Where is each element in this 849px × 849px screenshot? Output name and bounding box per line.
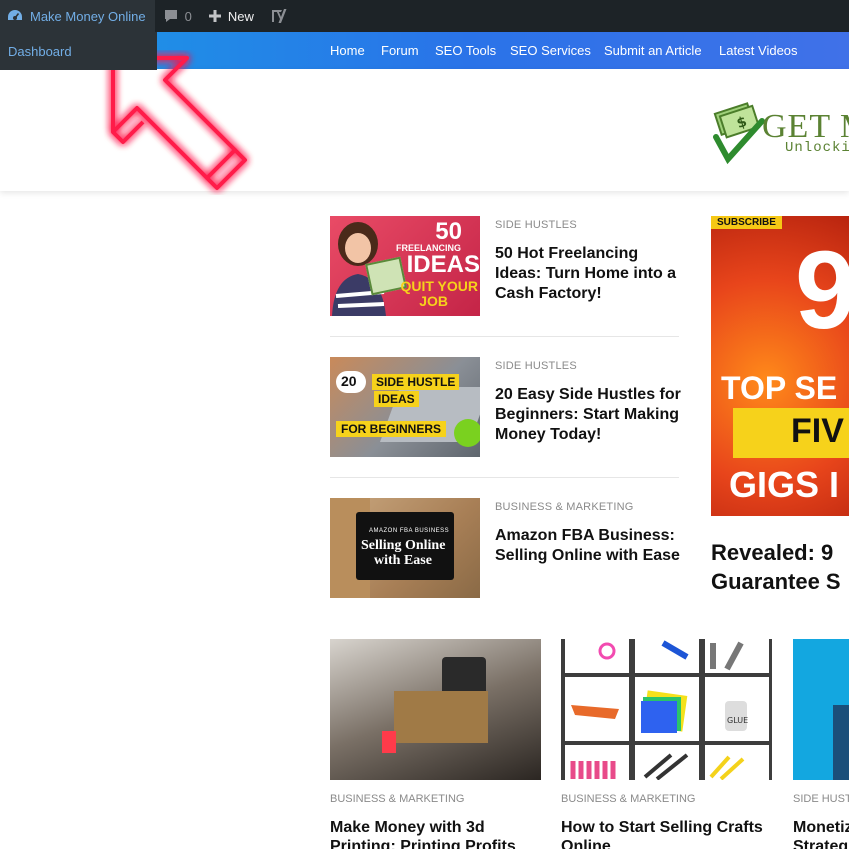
post-thumbnail[interactable]: 20 SIDE HUSTLE IDEAS FOR BEGINNERS [330, 357, 480, 457]
admin-dropdown: Dashboard [0, 32, 157, 70]
post-category[interactable]: SIDE HUSTLES [495, 219, 577, 231]
comments-link[interactable]: 0 [155, 0, 200, 32]
grid-thumbnail[interactable]: GLUE [561, 639, 772, 780]
dashboard-link[interactable]: Dashboard [8, 44, 72, 59]
thumb-main: IDEAS [406, 251, 480, 278]
thumb-label: IDEAS [374, 391, 419, 407]
thumb-sub: AMAZON FBA BUSINESS [369, 528, 450, 534]
thumb-label: FOR BEGINNERS [336, 421, 447, 437]
nav-latest-videos[interactable]: Latest Videos [719, 43, 798, 58]
thumb-main: with Ease [374, 553, 432, 568]
grid-title-line: Online [561, 838, 611, 849]
feat-line: GIGS I [729, 464, 840, 505]
thumb-line: JOB [419, 293, 448, 309]
nav-forum[interactable]: Forum [381, 43, 419, 58]
featured-title[interactable]: Revealed: 9 Guarantee S [711, 538, 849, 596]
grid-title[interactable]: Make Money with 3d Printing: Printing Pr… [330, 818, 516, 849]
grid-title-line: Strateg [793, 838, 849, 849]
grid-title-line: Printing: Printing Profits [330, 838, 516, 849]
post-title[interactable]: 20 Easy Side Hustles for Beginners: Star… [495, 385, 685, 445]
printer-body-icon [394, 691, 488, 743]
nav-submit-article[interactable]: Submit an Article [604, 43, 702, 58]
featured-thumbnail[interactable]: SUBSCRIBE 9 TOP SE FIV GIGS I [711, 216, 849, 516]
feat-line: FIV [791, 412, 844, 450]
grid-title-line: How to Start Selling Crafts [561, 819, 763, 836]
grid-category[interactable]: BUSINESS & MARKETING [330, 793, 464, 805]
nav-seo-services[interactable]: SEO Services [510, 43, 591, 58]
green-circle-icon [454, 419, 480, 447]
new-content-menu[interactable]: New [200, 0, 262, 32]
thumb-label: SIDE HUSTLE [372, 374, 460, 390]
plus-icon [208, 10, 221, 22]
yoast-menu[interactable] [262, 0, 296, 32]
nav-home[interactable]: Home [330, 43, 365, 58]
new-label: New [227, 8, 254, 24]
site-name-link[interactable]: Make Money Online [30, 9, 146, 24]
grid-thumbnail[interactable] [793, 639, 849, 780]
post-thumbnail[interactable]: AMAZON FBA BUSINESS Selling Online with … [330, 498, 480, 598]
divider [330, 336, 679, 337]
featured-title-line: Revealed: 9 [711, 540, 834, 565]
post-category[interactable]: SIDE HUSTLES [495, 360, 577, 372]
grid-category[interactable]: SIDE HUST [793, 793, 849, 805]
divider [330, 477, 679, 478]
admin-bar: Make Money Online 0 New [0, 0, 849, 32]
grid-title[interactable]: Monetiz Strateg [793, 818, 849, 849]
dashboard-icon [8, 10, 22, 20]
yoast-icon [271, 9, 287, 23]
thumb-line: QUIT YOUR [400, 278, 478, 294]
thumb-number-text: 20 [341, 373, 357, 389]
post-thumbnail[interactable]: 50 FREELANCING IDEAS QUIT YOUR JOB [330, 216, 480, 316]
post-category[interactable]: BUSINESS & MARKETING [495, 501, 633, 513]
subscribe-badge: SUBSCRIBE [711, 216, 782, 229]
grid-thumbnail[interactable] [330, 639, 541, 780]
grid-title[interactable]: How to Start Selling Crafts Online [561, 818, 763, 849]
svg-text:GLUE: GLUE [727, 716, 748, 725]
grid-category[interactable]: BUSINESS & MARKETING [561, 793, 695, 805]
grid-title-line: Monetiz [793, 819, 849, 836]
logo-icon[interactable]: $ [712, 101, 768, 165]
pointer-arrow-icon [111, 56, 247, 190]
feat-number: 9 [795, 229, 849, 352]
admin-site-menu[interactable]: Make Money Online [0, 0, 155, 32]
thumb-number: 50 [435, 218, 462, 245]
feat-line: TOP SE [721, 370, 838, 406]
grid-title-line: Make Money with 3d [330, 819, 485, 836]
craft-supplies-icon: GLUE [565, 639, 769, 780]
thumb-main: Selling Online [361, 538, 446, 553]
featured-title-line: Guarantee S [711, 569, 841, 594]
person-figure-icon [833, 705, 849, 780]
printer-light-icon [382, 731, 396, 753]
post-title[interactable]: Amazon FBA Business: Selling Online with… [495, 526, 685, 566]
nav-seo-tools[interactable]: SEO Tools [435, 43, 496, 58]
comment-icon [164, 10, 177, 22]
post-title[interactable]: 50 Hot Freelancing Ideas: Turn Home into… [495, 244, 685, 304]
comment-count: 0 [184, 8, 192, 24]
logo-tagline: Unlockin [785, 140, 849, 156]
